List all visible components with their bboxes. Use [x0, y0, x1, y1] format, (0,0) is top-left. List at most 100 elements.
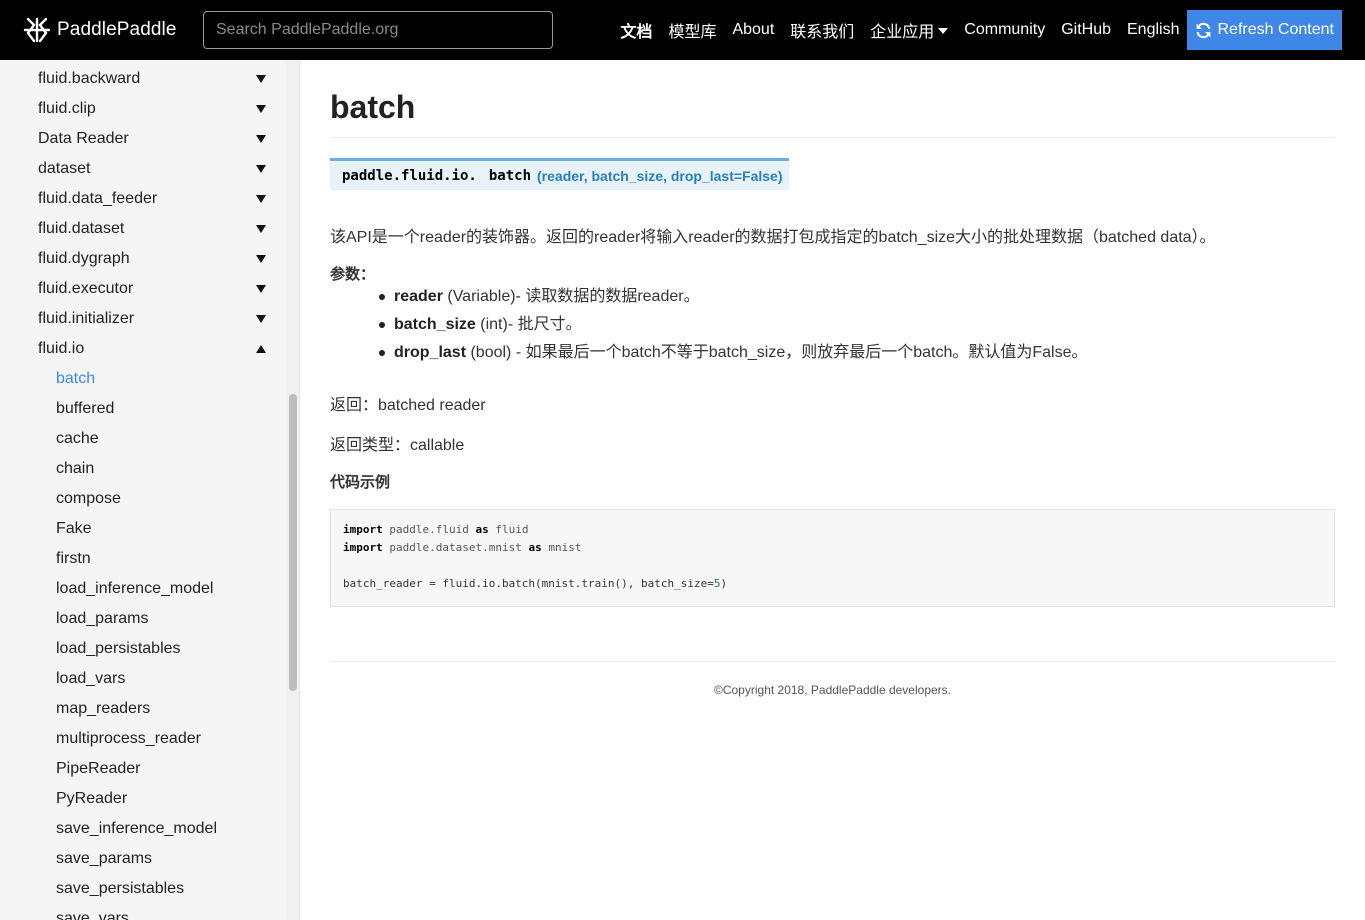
sidebar-item-data-reader[interactable]: Data Reader	[38, 124, 274, 154]
return-type-text: 返回类型：callable	[330, 437, 465, 454]
sidebar-item-label: dataset	[38, 160, 91, 177]
sidebar-item-fluid-executor[interactable]: fluid.executor	[38, 274, 274, 304]
sidebar-item-fluid-dataset[interactable]: fluid.dataset	[38, 214, 274, 244]
sidebar-item-label: fluid.initializer	[38, 310, 135, 327]
code-keyword: import	[343, 523, 383, 536]
code-number: 5	[713, 577, 721, 590]
expand-arrow-icon[interactable]	[256, 285, 266, 293]
sidebar-subitem-buffered[interactable]: buffered	[56, 394, 276, 424]
sidebar-subitem-batch[interactable]: batch	[56, 364, 276, 394]
sidebar-item-label: fluid.dataset	[38, 220, 125, 237]
api-description: 该API是一个reader的装饰器。返回的reader将输入reader的数据打…	[330, 229, 1216, 246]
list-item: reader (Variable)- 读取数据的数据reader。	[374, 285, 1088, 313]
sidebar-item-label: fluid.data_feeder	[38, 190, 158, 207]
nav-language[interactable]: English	[1127, 21, 1179, 39]
param-name: drop_last	[394, 344, 467, 361]
code-text: batch_reader = fluid.io.batch(mnist.trai…	[343, 577, 714, 590]
sidebar-subitem-firstn[interactable]: firstn	[56, 544, 276, 574]
code-line: batch_reader = fluid.io.batch(mnist.trai…	[343, 577, 1322, 595]
sidebar-subitem-load-inference-model[interactable]: load_inference_model	[56, 574, 276, 604]
sidebar-subitem-load-persistables[interactable]: load_persistables	[56, 634, 276, 664]
signature-name: batch	[488, 167, 532, 184]
sidebar-item-fluid-initializer[interactable]: fluid.initializer	[38, 304, 274, 334]
sidebar-subitem-save-vars[interactable]: save_vars	[56, 904, 276, 920]
code-line: import paddle.dataset.mnist as mnist	[343, 541, 1322, 559]
sidebar-item-label: fluid.dygraph	[38, 250, 130, 267]
refresh-icon	[1197, 22, 1211, 38]
code-alias: fluid	[488, 523, 529, 536]
sidebar-subitem-pipereader[interactable]: PipeReader	[56, 754, 276, 784]
nav-links: 文档 模型库 About 联系我们 企业应用 Community GitHub …	[604, 10, 1342, 50]
function-signature: paddle.fluid.io. batch (reader, batch_si…	[330, 158, 789, 190]
param-desc: (bool) - 如果最后一个batch不等于batch_size，则放弃最后一…	[466, 344, 1088, 361]
sidebar-subitem-cache[interactable]: cache	[56, 424, 276, 454]
paddle-logo-icon	[23, 17, 51, 43]
expand-arrow-icon[interactable]	[256, 225, 266, 233]
params-heading: 参数：	[330, 266, 376, 283]
signature-args: (reader, batch_size, drop_last=False)	[537, 167, 783, 184]
expand-arrow-icon[interactable]	[256, 75, 266, 83]
brand-logo[interactable]: PaddlePaddle	[22, 14, 177, 46]
sidebar-subitem-fake[interactable]: Fake	[56, 514, 276, 544]
footer-copyright: ©Copyright 2018, PaddlePaddle developers…	[714, 683, 951, 697]
page-title: batch	[330, 89, 416, 125]
nav-models[interactable]: 模型库	[668, 18, 716, 42]
nav-community[interactable]: Community	[964, 21, 1045, 39]
list-item: drop_last (bool) - 如果最后一个batch不等于batch_s…	[374, 341, 1088, 369]
sidebar-item-label: fluid.clip	[38, 100, 96, 117]
code-alias: mnist	[541, 541, 582, 554]
sidebar-item-fluid-clip[interactable]: fluid.clip	[38, 94, 274, 124]
nav-enterprise-dropdown[interactable]: 企业应用	[870, 18, 949, 42]
nav-contact[interactable]: 联系我们	[790, 18, 854, 42]
code-module: paddle.fluid	[382, 523, 476, 536]
sidebar-subitem-chain[interactable]: chain	[56, 454, 276, 484]
sidebar-subitem-compose[interactable]: compose	[56, 484, 276, 514]
code-keyword: import	[343, 541, 383, 554]
sidebar-subitem-pyreader[interactable]: PyReader	[56, 784, 276, 814]
expand-arrow-icon[interactable]	[256, 135, 266, 143]
code-keyword: as	[475, 523, 489, 536]
sidebar-item-fluid-io[interactable]: fluid.io	[38, 334, 274, 364]
sidebar-item-label: Data Reader	[38, 130, 129, 147]
sidebar-subitem-load-vars[interactable]: load_vars	[56, 664, 276, 694]
sidebar-item-label: fluid.executor	[38, 280, 134, 297]
expand-arrow-icon[interactable]	[256, 255, 266, 263]
sidebar-item-fluid-data-feeder[interactable]: fluid.data_feeder	[38, 184, 274, 214]
collapse-arrow-icon[interactable]	[256, 345, 266, 353]
expand-arrow-icon[interactable]	[256, 105, 266, 113]
sidebar-scrollbar-thumb[interactable]	[289, 394, 297, 691]
param-name: batch_size	[394, 316, 476, 333]
sidebar-subitem-load-params[interactable]: load_params	[56, 604, 276, 634]
refresh-content-button[interactable]: Refresh Content	[1187, 10, 1342, 50]
sidebar-item-fluid-dygraph[interactable]: fluid.dygraph	[38, 244, 274, 274]
nav-enterprise-label: 企业应用	[870, 24, 935, 41]
expand-arrow-icon[interactable]	[256, 195, 266, 203]
nav-docs[interactable]: 文档	[620, 18, 652, 42]
code-block[interactable]: import paddle.fluid as fluid import padd…	[330, 509, 1335, 607]
sidebar-subitem-map-readers[interactable]: map_readers	[56, 694, 276, 724]
code-line: import paddle.fluid as fluid	[343, 523, 1322, 541]
search-input[interactable]	[203, 11, 553, 49]
sidebar-subitem-save-persistables[interactable]: save_persistables	[56, 874, 276, 904]
param-desc: (Variable)- 读取数据的数据reader。	[442, 288, 700, 305]
expand-arrow-icon[interactable]	[256, 315, 266, 323]
returns-text: 返回：batched reader	[330, 397, 486, 414]
nav-github[interactable]: GitHub	[1061, 21, 1111, 39]
sidebar-subitem-save-inference-model[interactable]: save_inference_model	[56, 814, 276, 844]
sidebar: fluid.backward fluid.clip Data Reader da…	[0, 60, 286, 920]
param-desc: (int)- 批尺寸。	[475, 316, 582, 333]
brand-name: PaddlePaddle	[57, 19, 177, 40]
sidebar-item-fluid-backward[interactable]: fluid.backward	[38, 64, 274, 94]
sidebar-item-dataset[interactable]: dataset	[38, 154, 274, 184]
top-navbar: PaddlePaddle 文档 模型库 About 联系我们 企业应用 Comm…	[0, 0, 1365, 60]
param-name: reader	[394, 288, 443, 305]
expand-arrow-icon[interactable]	[256, 165, 266, 173]
nav-about[interactable]: About	[732, 21, 774, 39]
refresh-label: Refresh Content	[1217, 21, 1334, 38]
sidebar-subitem-multiprocess-reader[interactable]: multiprocess_reader	[56, 724, 276, 754]
signature-module: paddle.fluid.io.	[342, 167, 477, 184]
chevron-down-icon	[938, 28, 949, 34]
sidebar-item-label: fluid.io	[38, 340, 85, 357]
sidebar-subitem-save-params[interactable]: save_params	[56, 844, 276, 874]
